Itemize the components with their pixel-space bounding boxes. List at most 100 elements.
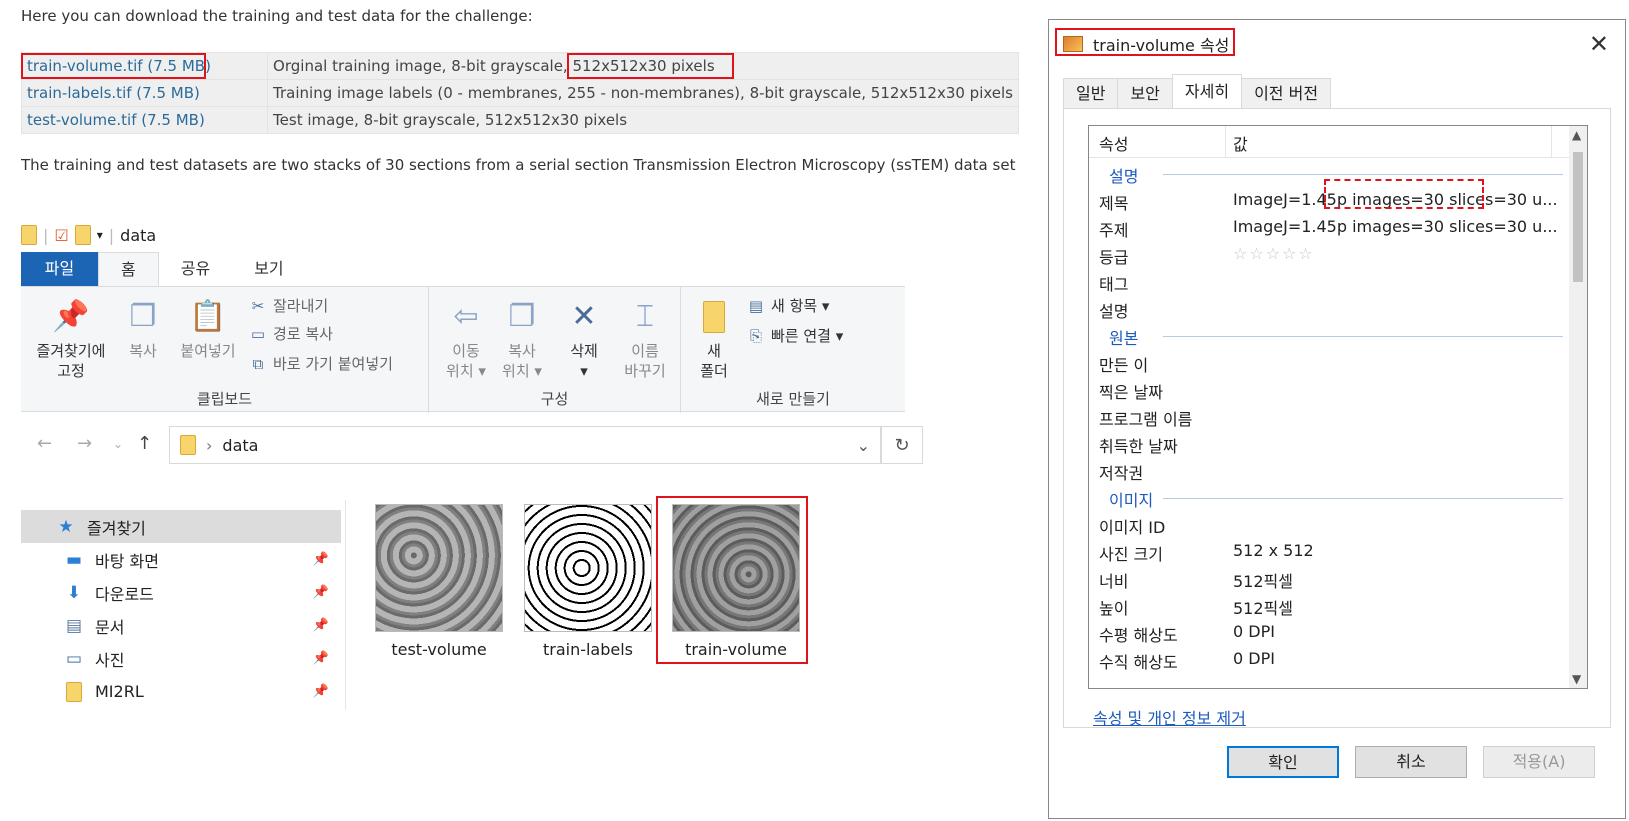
grid-row[interactable]: 주제 ImageJ=1.45p images=30 slices=30 u... (1089, 214, 1569, 241)
nav-item-label: MI2RL (95, 682, 144, 701)
close-icon[interactable]: ✕ (1589, 30, 1609, 58)
property-value: ImageJ=1.45p images=30 slices=30 u... (1233, 217, 1558, 236)
apply-button[interactable]: 적용(A) (1483, 746, 1595, 778)
scissors-icon: ✂ (251, 296, 265, 315)
new-item-button[interactable]: ▤ 새 항목 ▾ (747, 295, 830, 316)
column-header-property[interactable]: 속성 (1099, 131, 1128, 155)
pin-icon[interactable]: 📌 (313, 552, 329, 567)
tab-details[interactable]: 자세히 (1171, 74, 1243, 108)
tab-file[interactable]: 파일 (21, 252, 98, 286)
pin-icon[interactable]: 📌 (313, 585, 329, 600)
column-separator[interactable] (1225, 126, 1226, 158)
delete-icon: ✕ (571, 299, 597, 334)
cut-button[interactable]: ✂ 잘라내기 (249, 295, 329, 316)
clipboard-group-label: 클립보드 (196, 390, 253, 408)
table-row: test-volume.tif (7.5 MB) Test image, 8-b… (20, 106, 1019, 134)
nav-item-downloads[interactable]: ⬇ 다운로드 📌 (21, 576, 341, 609)
move-to-button[interactable]: ⇦ 이동 위치 ▾ (441, 297, 491, 381)
grid-row[interactable]: 너비 512픽셀 (1089, 565, 1569, 592)
pane-divider (345, 500, 346, 710)
up-icon[interactable]: ↑ (137, 433, 152, 454)
folder-icon[interactable] (21, 225, 37, 245)
nav-item-favorites[interactable]: ★ 즐겨찾기 (21, 510, 341, 543)
desktop-icon: ▬ (65, 549, 83, 570)
new-folder-icon[interactable] (74, 225, 91, 245)
delete-button[interactable]: ✕ 삭제 ▾ (557, 297, 611, 381)
nav-item-desktop[interactable]: ▬ 바탕 화면 📌 (21, 543, 341, 576)
scroll-down-icon[interactable]: ▼ (1572, 672, 1581, 686)
recent-dropdown-icon[interactable]: ⌄ (113, 437, 123, 451)
download-icon: ⬇ (66, 582, 82, 603)
grid-scrollbar[interactable]: ▲ ▼ (1569, 126, 1587, 688)
grid-row[interactable]: 이미지 ID (1089, 511, 1569, 538)
pin-icon: 📌 (52, 299, 90, 334)
grid-row[interactable]: 찍은 날짜 (1089, 376, 1569, 403)
nav-item-pictures[interactable]: ▭ 사진 📌 (21, 642, 341, 675)
refresh-button[interactable]: ↻ (881, 426, 923, 464)
pin-icon[interactable]: 📌 (313, 684, 329, 699)
rename-button[interactable]: ⌶ 이름 바꾸기 (617, 297, 673, 381)
tab-security[interactable]: 보안 (1117, 78, 1173, 108)
tab-share[interactable]: 공유 (159, 252, 232, 286)
customize-dropdown-icon[interactable]: ▾ (97, 228, 103, 242)
file-train-labels[interactable]: train-labels (524, 504, 652, 659)
address-text[interactable]: data (222, 436, 258, 455)
nav-item-mi2rl[interactable]: MI2RL 📌 (21, 675, 341, 708)
chevron-down-icon[interactable]: ⌄ (857, 436, 870, 455)
pin-button[interactable]: 📌 즐겨찾기에 고정 (31, 297, 111, 381)
properties-grid: 속성 값 설명 제목 ImageJ=1.45p images=30 slices=3… (1088, 125, 1588, 689)
grid-row[interactable]: 수평 해상도 0 DPI (1089, 619, 1569, 646)
test-volume-link[interactable]: test-volume.tif (7.5 MB) (27, 111, 205, 129)
paste-button[interactable]: 📋 붙여넣기 (171, 297, 245, 361)
copy-path-icon: ▭ (250, 324, 266, 343)
scroll-up-icon[interactable]: ▲ (1572, 128, 1581, 142)
copy-label: 복사 (129, 342, 157, 360)
dialog-tabs: 일반 보안 자세히 이전 버전 (1063, 74, 1332, 108)
grid-row[interactable]: 설명 (1089, 295, 1569, 322)
grid-row[interactable]: 취득한 날짜 (1089, 430, 1569, 457)
property-name: 설명 (1099, 302, 1129, 321)
address-bar[interactable]: › data ⌄ (169, 426, 881, 464)
grid-row[interactable]: 프로그램 이름 (1089, 403, 1569, 430)
scrollbar-thumb[interactable] (1573, 152, 1583, 282)
pin-icon[interactable]: 📌 (313, 651, 329, 666)
tab-general[interactable]: 일반 (1063, 78, 1119, 108)
document-icon: ▤ (65, 615, 83, 636)
ok-button[interactable]: 확인 (1227, 746, 1339, 778)
move-icon: ⇦ (453, 299, 479, 334)
pin-icon[interactable]: 📌 (313, 618, 329, 633)
forward-icon[interactable]: → (77, 433, 92, 454)
column-separator[interactable] (1551, 126, 1552, 158)
copy-button[interactable]: ❐ 복사 (119, 297, 167, 361)
tab-view[interactable]: 보기 (232, 252, 305, 286)
column-header-value[interactable]: 값 (1233, 131, 1248, 155)
new-folder-button[interactable]: 새 폴더 (691, 297, 737, 381)
grid-row[interactable]: 만든 이 (1089, 349, 1569, 376)
tab-home[interactable]: 홈 (98, 252, 159, 286)
grid-row[interactable]: 저작권 (1089, 457, 1569, 484)
quick-access-toolbar: | ☑ ▾ | data (21, 222, 156, 248)
highlight-dialog-title (1055, 28, 1235, 56)
back-icon[interactable]: ← (37, 433, 52, 454)
easy-access-button[interactable]: ⎘ 빠른 연결 ▾ (747, 325, 843, 346)
nav-item-documents[interactable]: ▤ 문서 📌 (21, 609, 341, 642)
remove-properties-link[interactable]: 속성 및 개인 정보 제거 (1093, 705, 1246, 729)
grid-row[interactable]: 태그 (1089, 268, 1569, 295)
property-name: 수직 해상도 (1099, 653, 1178, 672)
test-volume-desc: Test image, 8-bit grayscale, 512x512x30 … (267, 106, 1019, 134)
train-labels-link[interactable]: train-labels.tif (7.5 MB) (27, 84, 200, 102)
cancel-button[interactable]: 취소 (1355, 746, 1467, 778)
rating-stars[interactable]: ☆☆☆☆☆ (1233, 244, 1315, 263)
grid-row[interactable]: 높이 512픽셀 (1089, 592, 1569, 619)
breadcrumb-chevron-icon[interactable]: › (206, 436, 212, 455)
grid-row[interactable]: 사진 크기 512 x 512 (1089, 538, 1569, 565)
file-label: test-volume (391, 640, 487, 659)
paste-shortcut-button[interactable]: ⧉ 바로 가기 붙여넣기 (249, 353, 393, 374)
copy-to-button[interactable]: ❐ 복사 위치 ▾ (497, 297, 547, 381)
copy-path-button[interactable]: ▭ 경로 복사 (249, 323, 333, 344)
grid-row[interactable]: 수직 해상도 0 DPI (1089, 646, 1569, 673)
grid-row[interactable]: 등급 ☆☆☆☆☆ (1089, 241, 1569, 268)
properties-icon[interactable]: ☑ (54, 226, 68, 245)
tab-previous-versions[interactable]: 이전 버전 (1241, 78, 1332, 108)
file-test-volume[interactable]: test-volume (375, 504, 503, 659)
